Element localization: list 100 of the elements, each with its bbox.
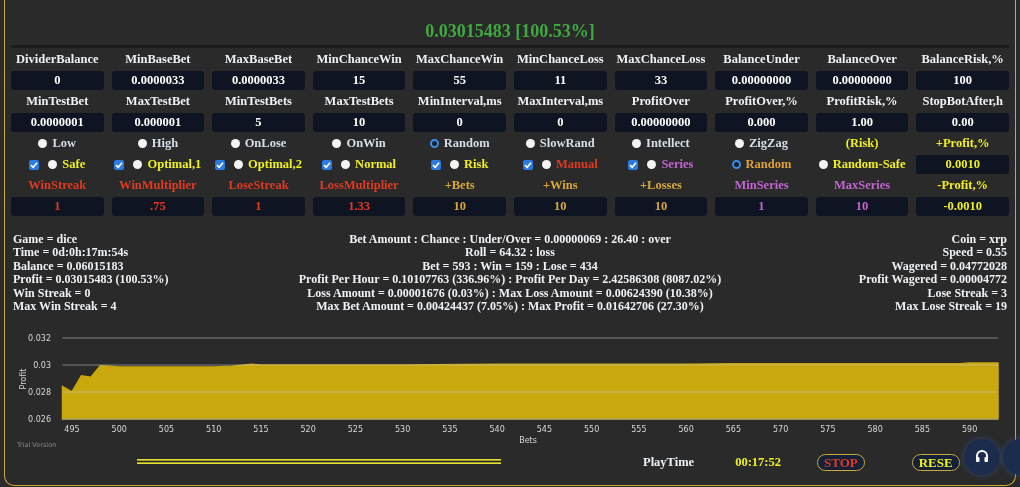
option-label: OnWin: [346, 136, 386, 151]
input-field[interactable]: 0: [11, 71, 104, 90]
field-label: ProfitRisk,%: [826, 94, 898, 109]
input-field[interactable]: 10: [312, 113, 406, 132]
radio-button[interactable]: [332, 139, 342, 148]
input-field[interactable]: 0.0000033: [212, 71, 305, 90]
input-field[interactable]: 10: [614, 197, 708, 216]
input-field[interactable]: 0.0000001: [11, 113, 104, 132]
input-field[interactable]: 0.00000000: [715, 71, 808, 90]
input-field[interactable]: 33: [614, 71, 708, 90]
checkbox[interactable]: [29, 159, 40, 170]
field-label: MaxInterval,ms: [517, 94, 604, 109]
support-button[interactable]: [964, 439, 1000, 475]
stat-line: Max Lose Streak = 19: [895, 300, 1007, 314]
stat-line: Roll = 64.32 : loss: [465, 246, 555, 260]
input-field[interactable]: 0.000001: [111, 113, 205, 132]
radio-button[interactable]: [450, 160, 459, 169]
field-label: BalanceUnder: [723, 52, 800, 67]
field-label: DividerBalance: [15, 52, 99, 67]
input-field[interactable]: 15: [312, 71, 406, 90]
radio-button[interactable]: [341, 160, 351, 169]
stat-line: Profit Wagered = 0.00004772: [858, 273, 1007, 287]
radio-button[interactable]: [230, 139, 240, 148]
radio-button[interactable]: [38, 139, 48, 148]
input-field[interactable]: .75: [111, 197, 205, 216]
radio-button[interactable]: [133, 160, 143, 169]
reset-button[interactable]: RESE: [911, 453, 960, 471]
input-field[interactable]: 0.000: [715, 113, 808, 132]
input-field[interactable]: 0.00000000: [614, 113, 708, 132]
input-field[interactable]: 11: [514, 71, 607, 90]
x-tick-label: 525: [347, 425, 364, 435]
option-label: Safe: [62, 157, 86, 172]
stop-button[interactable]: STOP: [817, 453, 865, 471]
option-label: Random: [745, 157, 792, 172]
input-field[interactable]: 55: [413, 71, 506, 90]
stat-line: Loss Amount = 0.00001676 (0.03%) : Max Loss Amount = 0.00624390 (10.38%): [307, 286, 713, 301]
input-field[interactable]: 1: [11, 197, 104, 216]
radio-button[interactable]: [735, 139, 745, 148]
x-tick-label: 570: [773, 425, 789, 435]
checkbox[interactable]: [628, 159, 639, 170]
input-field[interactable]: 10: [514, 197, 607, 216]
radio-button[interactable]: [525, 139, 535, 148]
field-label: MaxSeries: [833, 178, 891, 193]
x-tick-label: 500: [111, 425, 127, 435]
input-field[interactable]: 0.00: [916, 113, 1009, 132]
input-field[interactable]: 5: [212, 113, 305, 132]
radio-button[interactable]: [818, 160, 828, 169]
input-field[interactable]: 0.0010: [916, 155, 1009, 174]
radio-button[interactable]: [137, 139, 147, 148]
x-tick-label: 535: [442, 425, 458, 435]
input-field[interactable]: 10: [815, 197, 909, 216]
input-field[interactable]: -0.0010: [916, 197, 1009, 216]
radio-button[interactable]: [234, 160, 244, 169]
field-label: MaxChanceWin: [416, 52, 504, 67]
input-field[interactable]: 0: [514, 113, 607, 132]
stat-line: Lose Streak = 3: [927, 286, 1007, 301]
radio-button[interactable]: [48, 160, 58, 169]
x-tick-label: 555: [631, 425, 647, 435]
x-tick-label: 585: [914, 425, 931, 435]
radio-button[interactable]: [632, 139, 641, 148]
radio-button[interactable]: [429, 139, 439, 148]
input-field[interactable]: 1: [212, 197, 305, 216]
stat-line: Balance = 0.06015183: [13, 259, 124, 274]
radio-button[interactable]: [731, 160, 741, 169]
checkbox[interactable]: [322, 159, 333, 170]
field-label: MaxBaseBet: [224, 52, 293, 67]
checkbox[interactable]: [114, 159, 125, 170]
field-label: BalanceRisk,%: [921, 52, 1004, 67]
radio-button[interactable]: [541, 160, 551, 169]
y-tick-label: 0.026: [28, 415, 51, 425]
x-tick-label: 515: [253, 425, 269, 435]
x-tick-label: 530: [395, 425, 411, 435]
input-field[interactable]: 1.33: [312, 197, 406, 216]
radio-button[interactable]: [647, 160, 657, 169]
input-field[interactable]: 100: [916, 71, 1009, 90]
checkbox[interactable]: [215, 159, 226, 170]
y-tick-label: 0.032: [28, 334, 51, 344]
navigator-bar[interactable]: [137, 459, 501, 466]
field-label: MaxTestBet: [125, 94, 190, 109]
stat-line: Profit = 0.03015483 (100.53%): [13, 273, 169, 287]
option-label: Low: [52, 136, 77, 151]
checkbox[interactable]: [522, 159, 533, 170]
input-field[interactable]: 1.00: [815, 113, 909, 132]
field-label: MaxChanceLoss: [616, 52, 706, 67]
x-axis-title: Bets: [519, 436, 537, 446]
x-tick-label: 540: [489, 425, 505, 435]
field-label: WinMultiplier: [119, 178, 197, 193]
input-field[interactable]: 0: [413, 113, 506, 132]
input-field[interactable]: 10: [413, 197, 506, 216]
x-tick-label: 510: [206, 425, 222, 435]
input-field[interactable]: 0.0000033: [111, 71, 205, 90]
option-label: Manual: [555, 157, 598, 172]
input-field[interactable]: 1: [715, 197, 808, 216]
checkbox[interactable]: [431, 159, 441, 170]
option-label: Random-Safe: [832, 157, 906, 172]
x-tick-label: 550: [584, 425, 600, 435]
field-label: WinStreak: [28, 178, 87, 193]
field-label: ProfitOver,%: [725, 94, 798, 109]
input-field[interactable]: 0.00000000: [815, 71, 909, 90]
play-time-label: PlayTime: [643, 454, 695, 470]
